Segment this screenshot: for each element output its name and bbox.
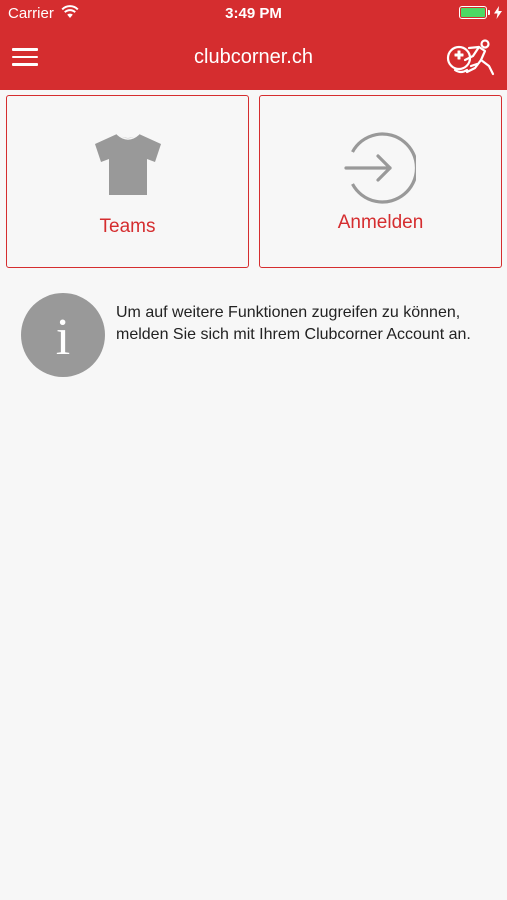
app-header: clubcorner.ch — [0, 26, 507, 90]
login-tile[interactable]: Anmelden — [259, 95, 502, 268]
teams-tile-label: Teams — [99, 216, 156, 237]
info-icon: i — [20, 292, 106, 383]
teams-tile[interactable]: Teams — [6, 95, 249, 268]
status-bar: Carrier 3:49 PM — [0, 0, 507, 26]
login-hint-text: Um auf weitere Funktionen zugreifen zu k… — [116, 304, 471, 343]
swiss-football-logo[interactable] — [445, 36, 499, 80]
svg-text:i: i — [56, 309, 70, 366]
charging-bolt-icon — [494, 6, 502, 24]
clock-time: 3:49 PM — [225, 5, 282, 22]
login-arrow-icon — [344, 132, 419, 209]
shirt-icon — [93, 132, 163, 201]
login-tile-label: Anmelden — [337, 212, 424, 233]
login-hint: i Um auf weitere Funktionen zugreifen zu… — [20, 292, 490, 382]
page-title: clubcorner.ch — [194, 46, 313, 68]
battery-tip — [488, 10, 490, 15]
battery-icon — [459, 6, 487, 19]
